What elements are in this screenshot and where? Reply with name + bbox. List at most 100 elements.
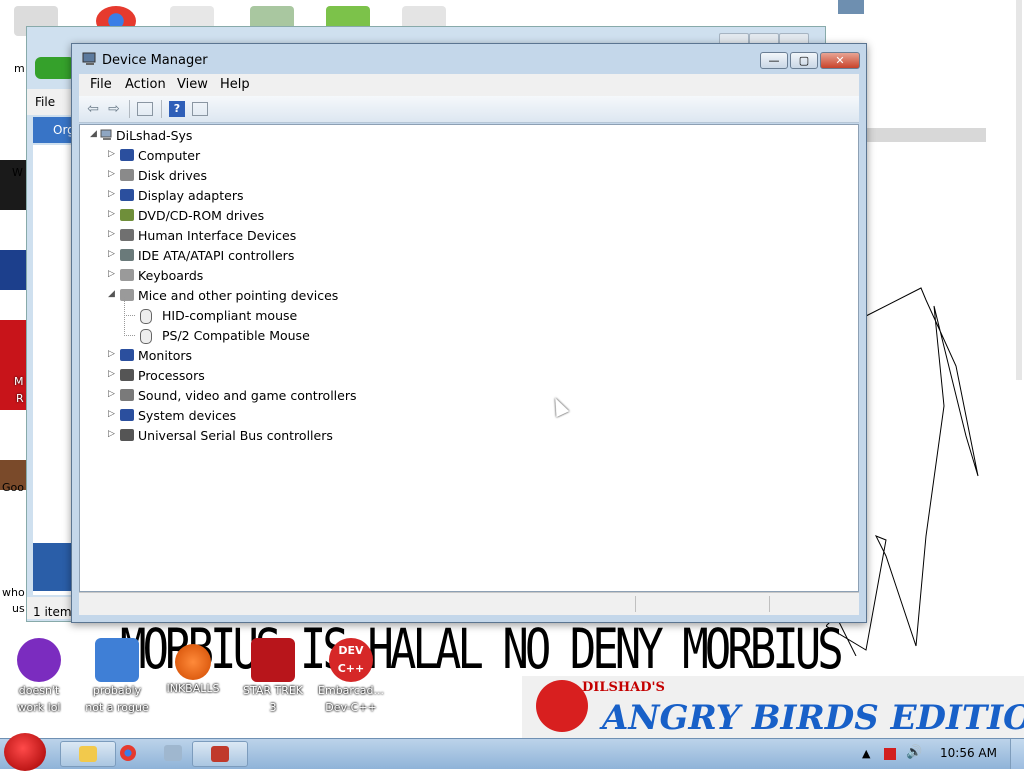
forward-arrow-icon[interactable]: ⇨ xyxy=(106,101,122,117)
desktop-top-right-square xyxy=(838,0,864,14)
menu-view[interactable]: View xyxy=(177,77,208,92)
device-category-icon xyxy=(120,169,134,181)
device-tree[interactable]: ◢ DiLshad-Sys ▷ Computer ▷ Disk drives ▷ Disp… xyxy=(79,124,859,592)
network-icon xyxy=(164,745,182,761)
minimize-button[interactable]: — xyxy=(760,52,788,69)
banner-top-text: DILSHAD'S xyxy=(582,680,665,695)
device-category-icon xyxy=(120,429,134,441)
tree-item-label: Mice and other pointing devices xyxy=(138,288,339,303)
desktop-icon-dev-cpp[interactable]: DEV C++ Embarcad... Dev-C++ xyxy=(314,638,388,716)
star-trek-icon xyxy=(251,638,295,682)
desktop-icon-label: 3 xyxy=(269,701,277,714)
chrome-icon xyxy=(120,745,136,761)
tree-item-label: Human Interface Devices xyxy=(138,228,297,243)
device-category-icon xyxy=(120,149,134,161)
device-category-icon xyxy=(120,209,134,221)
desktop-icon-control-panel[interactable]: probably not a rogue xyxy=(80,638,154,716)
device-manager-window[interactable]: Device Manager — ▢ ✕ File Action View He… xyxy=(71,43,867,623)
desktop-side-text-6: us xyxy=(12,602,25,615)
desktop-side-text-5: who xyxy=(2,586,25,599)
device-category-icon xyxy=(120,369,134,381)
collapse-arrow-icon[interactable]: ◢ xyxy=(108,289,115,299)
tree-item-label: Monitors xyxy=(138,348,193,363)
tree-item-label: IDE ATA/ATAPI controllers xyxy=(138,248,295,263)
action-center-icon[interactable] xyxy=(884,748,896,760)
desktop-icon-inkballs[interactable]: INKBALLS xyxy=(156,638,230,697)
back-file-menu[interactable]: File xyxy=(35,95,55,109)
tree-item-label: Keyboards xyxy=(138,268,204,283)
desktop-icon-label: Dev-C++ xyxy=(325,701,377,714)
menu-bar: File Action View Help xyxy=(79,74,859,96)
desktop-side-text-3: R xyxy=(16,392,24,405)
status-bar xyxy=(79,592,859,615)
inkballs-icon xyxy=(175,644,211,680)
volume-icon[interactable]: 🔊 xyxy=(906,745,922,760)
expand-arrow-icon[interactable]: ▷ xyxy=(108,409,115,419)
desktop-icon-label: work lol xyxy=(17,701,61,714)
menu-action[interactable]: Action xyxy=(125,77,166,92)
taskbar-device-manager-button[interactable] xyxy=(192,741,248,767)
menu-help[interactable]: Help xyxy=(220,77,250,92)
tree-item-label: Universal Serial Bus controllers xyxy=(138,428,333,443)
properties-icon[interactable] xyxy=(192,102,208,116)
show-hide-console-tree-icon[interactable] xyxy=(137,102,153,116)
tree-item-label: DVD/CD-ROM drives xyxy=(138,208,265,223)
close-button[interactable]: ✕ xyxy=(820,52,860,69)
device-category-icon xyxy=(120,409,134,421)
control-panel-icon xyxy=(95,638,139,682)
device-category-icon xyxy=(120,269,134,281)
back-nav-icon[interactable] xyxy=(35,57,75,79)
tree-item-label: Computer xyxy=(138,148,201,163)
desktop-icon-label: INKBALLS xyxy=(166,682,220,695)
expand-arrow-icon[interactable]: ▷ xyxy=(108,209,115,219)
tree-item-label: Sound, video and game controllers xyxy=(138,388,357,403)
clock[interactable]: 10:56 AM xyxy=(940,746,997,760)
back-window-nav-pane xyxy=(33,145,73,595)
expand-arrow-icon[interactable]: ▷ xyxy=(108,149,115,159)
expand-arrow-icon[interactable]: ▷ xyxy=(108,169,115,179)
device-category-icon xyxy=(120,349,134,361)
tree-item-label: Display adapters xyxy=(138,188,244,203)
mouse-icon xyxy=(140,309,152,324)
desktop-icon-label: not a rogue xyxy=(85,701,149,714)
status-separator xyxy=(769,596,770,612)
window-title: Device Manager xyxy=(102,53,208,68)
expand-arrow-icon[interactable]: ▷ xyxy=(108,349,115,359)
back-arrow-icon[interactable]: ⇦ xyxy=(85,101,101,117)
expand-arrow-icon[interactable]: ▷ xyxy=(108,369,115,379)
expand-arrow-icon[interactable]: ▷ xyxy=(108,249,115,259)
tree-child-label: PS/2 Compatible Mouse xyxy=(162,328,310,343)
expand-arrow-icon[interactable]: ▷ xyxy=(108,389,115,399)
tree-item-label: Disk drives xyxy=(138,168,207,183)
desktop-icon-label: Embarcad... xyxy=(318,684,384,697)
device-category-icon xyxy=(120,229,134,241)
expand-arrow-icon[interactable]: ▷ xyxy=(108,189,115,199)
help-icon[interactable]: ? xyxy=(169,101,185,117)
maximize-button[interactable]: ▢ xyxy=(790,52,818,69)
status-separator xyxy=(635,596,636,612)
expand-arrow-icon[interactable]: ▷ xyxy=(108,269,115,279)
device-category-icon xyxy=(120,249,134,261)
device-category-icon xyxy=(120,189,134,201)
desktop-icon-yahoo[interactable]: doesn't work lol xyxy=(2,638,76,716)
desktop-icon-star-trek[interactable]: STAR TREK 3 xyxy=(236,638,310,716)
taskbar: ▲ 🔊 10:56 AM xyxy=(0,733,1024,771)
expand-arrow-icon[interactable]: ▷ xyxy=(108,229,115,239)
desktop-wallpaper-banner: DILSHAD'S ANGRY BIRDS EDITION xyxy=(522,676,1024,738)
expand-arrow-icon[interactable]: ▷ xyxy=(108,429,115,439)
tree-connector-line xyxy=(124,317,135,336)
show-hidden-icons-icon[interactable]: ▲ xyxy=(862,747,870,760)
device-manager-icon xyxy=(82,52,96,65)
desktop-side-text-4: Goo xyxy=(2,481,24,494)
tree-child-label: HID-compliant mouse xyxy=(162,308,298,323)
desktop-icon-label: doesn't xyxy=(18,684,60,697)
angry-bird-icon xyxy=(536,680,588,732)
show-desktop-button[interactable] xyxy=(1010,739,1024,769)
desktop-icon-label: STAR TREK xyxy=(242,684,304,697)
menu-file[interactable]: File xyxy=(90,77,112,92)
desktop-side-text-2: M xyxy=(14,375,24,388)
toolbar-separator xyxy=(129,100,130,118)
collapse-arrow-icon[interactable]: ◢ xyxy=(90,129,97,139)
start-button[interactable] xyxy=(4,733,46,771)
desktop-side-text-1: W xyxy=(12,166,23,179)
